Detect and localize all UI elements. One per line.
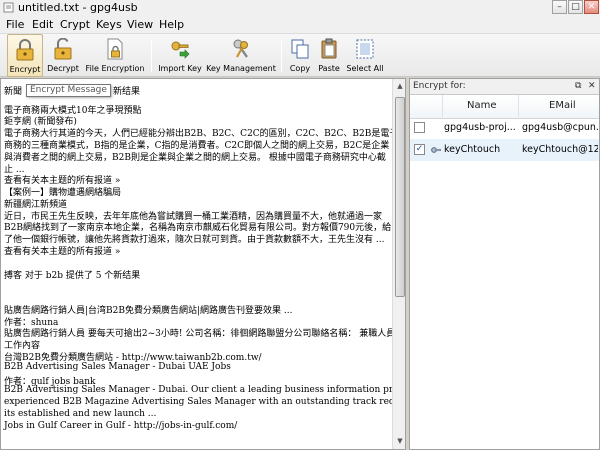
key-email: keyChtouch@12... bbox=[522, 144, 598, 155]
menu-file[interactable]: File bbox=[6, 18, 24, 31]
panel-title: Encrypt for: bbox=[413, 81, 466, 91]
panel-header: Encrypt for: ⧉ ✕ bbox=[410, 79, 599, 95]
editor-line: 貼廣告網路行銷人員 要每天可搶出2~3小時! 公司名稱：徘徊網路聯盟分公司聯絡名… bbox=[4, 329, 396, 339]
menu-edit[interactable]: Edit bbox=[32, 18, 53, 31]
menu-view[interactable]: View bbox=[127, 18, 153, 31]
editor-line: its established and new launch ... bbox=[4, 409, 157, 419]
encrypt-for-panel: Encrypt for: ⧉ ✕ Name EMail gpg4usb-proj… bbox=[409, 78, 600, 450]
paste-icon bbox=[321, 38, 337, 59]
key-import-icon bbox=[171, 41, 190, 59]
select-all-icon bbox=[356, 39, 374, 59]
file-lock-icon bbox=[107, 38, 123, 60]
select-all-button[interactable]: Select All bbox=[346, 34, 384, 77]
scroll-down-icon[interactable]: ▼ bbox=[394, 435, 405, 447]
import-key-button[interactable]: Import Key bbox=[158, 34, 202, 77]
minimize-button[interactable]: – bbox=[552, 0, 567, 14]
editor-line: experienced B2B Magazine Advertising Sal… bbox=[4, 397, 405, 407]
decrypt-label: Decrypt bbox=[47, 64, 79, 73]
copy-icon bbox=[291, 39, 309, 59]
editor-line: B2B Advertising Sales Manager - Dubai. O… bbox=[4, 385, 405, 395]
file-encryption-button[interactable]: File Encryption bbox=[84, 34, 146, 77]
key-checkbox[interactable] bbox=[414, 122, 425, 133]
undock-icon[interactable]: ⧉ bbox=[575, 81, 581, 91]
paste-button[interactable]: Paste bbox=[316, 34, 342, 77]
encrypt-button[interactable]: Encrypt bbox=[7, 34, 43, 77]
toolbar-separator bbox=[151, 39, 152, 72]
menu-crypt[interactable]: Crypt bbox=[60, 18, 90, 31]
toolbar: Encrypt Decrypt File Encryption Import K… bbox=[0, 34, 600, 77]
text-editor[interactable]: 新聞 電子商務兩大模式10年之爭現預點 鉅亨網 (新聞發布) 電子商務大行其道的今天，… bbox=[0, 78, 406, 450]
key-table-header: Name EMail bbox=[410, 95, 599, 119]
app-icon bbox=[3, 2, 14, 13]
menu-help[interactable]: Help bbox=[159, 18, 184, 31]
editor-line: Jobs in Gulf Career in Gulf - http://job… bbox=[4, 421, 238, 431]
title-bar: untitled.txt - gpg4usb – □ ✕ bbox=[0, 0, 600, 16]
editor-line: 新聞 bbox=[4, 87, 23, 97]
menu-bar: File Edit Crypt Keys View Help bbox=[0, 16, 600, 34]
key-name: keyChtouch bbox=[444, 144, 501, 155]
vertical-scrollbar[interactable]: ▲ ▼ bbox=[392, 79, 405, 449]
toolbar-separator bbox=[281, 39, 282, 72]
menu-keys[interactable]: Keys bbox=[96, 18, 122, 31]
key-pair-icon bbox=[431, 147, 441, 153]
key-management-button[interactable]: Key Management bbox=[206, 34, 276, 77]
paste-label: Paste bbox=[318, 64, 340, 73]
encrypt-label: Encrypt bbox=[9, 65, 41, 74]
panel-close-icon[interactable]: ✕ bbox=[588, 81, 596, 91]
window-title: untitled.txt - gpg4usb bbox=[18, 1, 138, 14]
column-separator bbox=[442, 95, 443, 119]
lock-closed-icon bbox=[16, 39, 34, 61]
maximize-button[interactable]: □ bbox=[568, 0, 583, 14]
key-row[interactable]: gpg4usb-proj... gpg4usb@cpun... bbox=[410, 117, 599, 139]
editor-line: 搏客 对于 b2b 提供了 5 个新结果 bbox=[4, 271, 141, 281]
scroll-up-icon[interactable]: ▲ bbox=[394, 80, 405, 92]
scrollbar-thumb[interactable] bbox=[395, 97, 405, 297]
keys-icon bbox=[233, 39, 248, 58]
key-checkbox[interactable]: ✓ bbox=[414, 144, 425, 155]
import-key-label: Import Key bbox=[158, 64, 202, 73]
editor-line: 查看有关本主题的所有报道 » bbox=[4, 247, 121, 257]
column-name[interactable]: Name bbox=[467, 100, 497, 111]
file-encryption-label: File Encryption bbox=[85, 64, 145, 73]
editor-line: B2B Advertising Sales Manager - Dubai UA… bbox=[4, 362, 231, 372]
lock-open-icon bbox=[54, 38, 72, 60]
key-name: gpg4usb-proj... bbox=[444, 122, 516, 133]
editor-header-tail: 新结果 bbox=[113, 87, 141, 97]
key-management-label: Key Management bbox=[206, 64, 276, 73]
column-email[interactable]: EMail bbox=[549, 100, 576, 111]
key-email: gpg4usb@cpun... bbox=[522, 122, 598, 133]
decrypt-button[interactable]: Decrypt bbox=[46, 34, 80, 77]
encrypt-tooltip: Encrypt Message bbox=[26, 84, 111, 97]
key-row[interactable]: ✓ keyChtouch keyChtouch@12... bbox=[410, 139, 599, 161]
select-all-label: Select All bbox=[346, 64, 384, 73]
editor-line: 與消費者之間的網上交易，B2B則是企業與企業之間的網上交易。 根據中國電子商務研… bbox=[4, 153, 386, 163]
close-button[interactable]: ✕ bbox=[584, 0, 599, 14]
copy-label: Copy bbox=[289, 64, 311, 73]
column-separator bbox=[518, 95, 519, 119]
copy-button[interactable]: Copy bbox=[287, 34, 313, 77]
